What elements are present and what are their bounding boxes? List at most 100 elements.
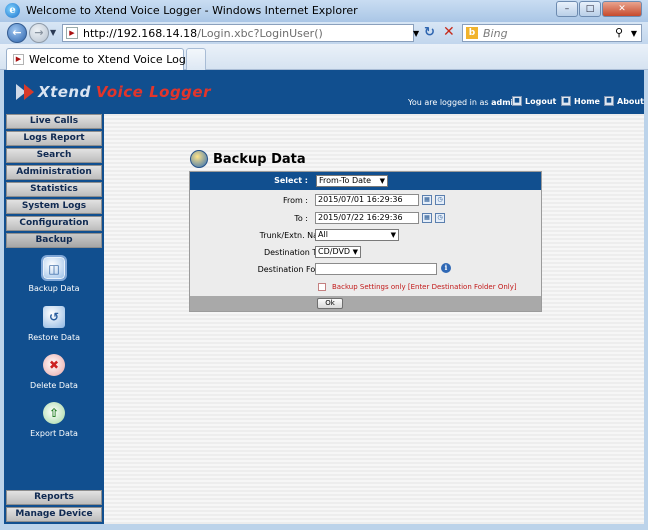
select-mode-dropdown[interactable]: From-To Date ▼ [316,175,388,187]
url-dropdown-icon[interactable]: ▼ [413,29,419,38]
to-clock-icon[interactable]: ◷ [435,213,445,223]
menu-administration[interactable]: Administration [6,165,102,180]
backup-settings-only-label: Backup Settings only [Enter Destination … [332,283,517,291]
logo-mark-icon [16,82,38,102]
home-label: Home [574,96,600,106]
trunk-value: All [318,230,328,239]
menu-system-logs[interactable]: System Logs [6,199,102,214]
close-window-button[interactable]: ✕ [602,1,642,17]
form-footer-row: Ok [190,296,541,311]
bing-icon: b [466,27,478,39]
chevron-down-icon: ▼ [379,177,385,185]
login-info: You are logged in as admin [408,98,519,107]
chevron-down-icon: ▼ [390,231,396,239]
brand-name-voice-logger: Voice Logger [95,83,211,101]
export-data-icon: ⇧ [43,402,65,424]
restore-data-label: Restore Data [28,333,80,342]
new-tab-button[interactable] [186,48,206,70]
destination-folder-input[interactable] [315,263,437,275]
window-frame-right [644,70,648,530]
window-titlebar: e Welcome to Xtend Voice Logger - Window… [0,0,648,22]
ok-button[interactable]: Ok [317,298,343,309]
destination-type-value: CD/DVD [318,247,351,256]
url-host: http://192.168.14.18 [83,27,198,40]
menu-search[interactable]: Search [6,148,102,163]
submenu-export-data[interactable]: ⇧ Export Data [6,402,102,438]
menu-statistics[interactable]: Statistics [6,182,102,197]
search-dropdown-icon[interactable]: ▼ [631,29,637,38]
backup-data-label: Backup Data [28,284,80,293]
select-mode-value: From-To Date [319,176,372,185]
submenu-delete-data[interactable]: ✖ Delete Data [6,354,102,390]
delete-data-label: Delete Data [30,381,78,390]
app-header: Xtend Voice Logger You are logged in as … [4,70,644,114]
login-prefix: You are logged in as [408,98,489,107]
sidebar: Live Calls Logs Report Search Administra… [4,114,104,524]
forward-button[interactable]: → [29,23,49,43]
url-input[interactable]: ▶ http://192.168.14.18/Login.xbc?LoginUs… [62,24,414,42]
tab-label: Welcome to Xtend Voice Logger [29,53,205,66]
backup-settings-only-checkbox[interactable] [318,283,326,291]
search-placeholder: Bing [483,27,508,40]
window-title: Welcome to Xtend Voice Logger - Windows … [26,4,358,17]
destination-type-dropdown[interactable]: CD/DVD ▼ [315,246,361,258]
window-controls: – □ ✕ [556,1,642,17]
delete-data-icon: ✖ [43,354,65,376]
page-title: Backup Data [190,150,306,168]
brand-name-xtend: Xtend [38,83,91,101]
home-link[interactable]: ■ Home [561,96,600,106]
url-text: http://192.168.14.18/Login.xbc?LoginUser… [83,27,323,40]
browser-tab[interactable]: ▶ Welcome to Xtend Voice Logger [6,48,204,70]
url-path: /Login.xbc?LoginUser() [197,27,323,40]
about-link[interactable]: ■ About [604,96,644,106]
to-calendar-icon[interactable]: ▦ [422,213,432,223]
chevron-down-icon: ▼ [352,248,358,256]
app-logo: Xtend Voice Logger [16,80,211,104]
home-icon: ■ [561,96,571,106]
to-label: To : [294,214,308,223]
logout-label: Logout [525,96,557,106]
refresh-icon[interactable]: ↻ [424,25,435,40]
tab-strip: ▶ Welcome to Xtend Voice Logger [0,44,648,70]
page-icon: ▶ [66,27,78,39]
menu-backup[interactable]: Backup [6,233,102,248]
menu-reports[interactable]: Reports [6,490,102,505]
from-calendar-icon[interactable]: ▦ [422,195,432,205]
menu-live-calls[interactable]: Live Calls [6,114,102,129]
history-dropdown-icon[interactable]: ▼ [50,28,56,37]
from-date-input[interactable]: 2015/07/01 16:29:36 [315,194,419,206]
page-title-text: Backup Data [213,151,306,167]
backup-title-icon [190,150,208,168]
submenu-backup-data[interactable]: ◫ Backup Data [6,255,102,293]
backup-form-panel: Select : From-To Date ▼ From : 2015/07/0… [189,171,542,312]
maximize-button[interactable]: □ [579,1,601,17]
tab-page-icon: ▶ [13,54,24,65]
address-bar: ← → ▼ ▶ http://192.168.14.18/Login.xbc?L… [0,22,648,44]
select-label: Select : [274,176,308,185]
from-label: From : [282,196,308,205]
submenu-restore-data[interactable]: ↺ Restore Data [6,306,102,342]
minimize-button[interactable]: – [556,1,578,17]
restore-data-icon: ↺ [43,306,65,328]
stop-icon[interactable]: ✕ [443,24,455,40]
backup-data-icon: ◫ [41,255,67,281]
form-header-row: Select : From-To Date ▼ [190,172,541,190]
logout-icon: ■ [512,96,522,106]
about-label: About [617,96,644,106]
info-icon[interactable]: i [441,263,451,273]
to-date-input[interactable]: 2015/07/22 16:29:36 [315,212,419,224]
window-frame-bottom [0,524,648,530]
search-input[interactable]: b Bing ⚲ ▼ [462,24,642,42]
menu-manage-device[interactable]: Manage Device [6,507,102,522]
menu-configuration[interactable]: Configuration [6,216,102,231]
back-button[interactable]: ← [7,23,27,43]
menu-logs-report[interactable]: Logs Report [6,131,102,146]
main-content: Backup Data Select : From-To Date ▼ From… [104,114,644,524]
ie-logo-icon: e [5,3,20,18]
export-data-label: Export Data [30,429,78,438]
trunk-dropdown[interactable]: All ▼ [315,229,399,241]
from-clock-icon[interactable]: ◷ [435,195,445,205]
search-icon[interactable]: ⚲ [615,26,623,39]
about-icon: ■ [604,96,614,106]
logout-link[interactable]: ■ Logout [512,96,556,106]
